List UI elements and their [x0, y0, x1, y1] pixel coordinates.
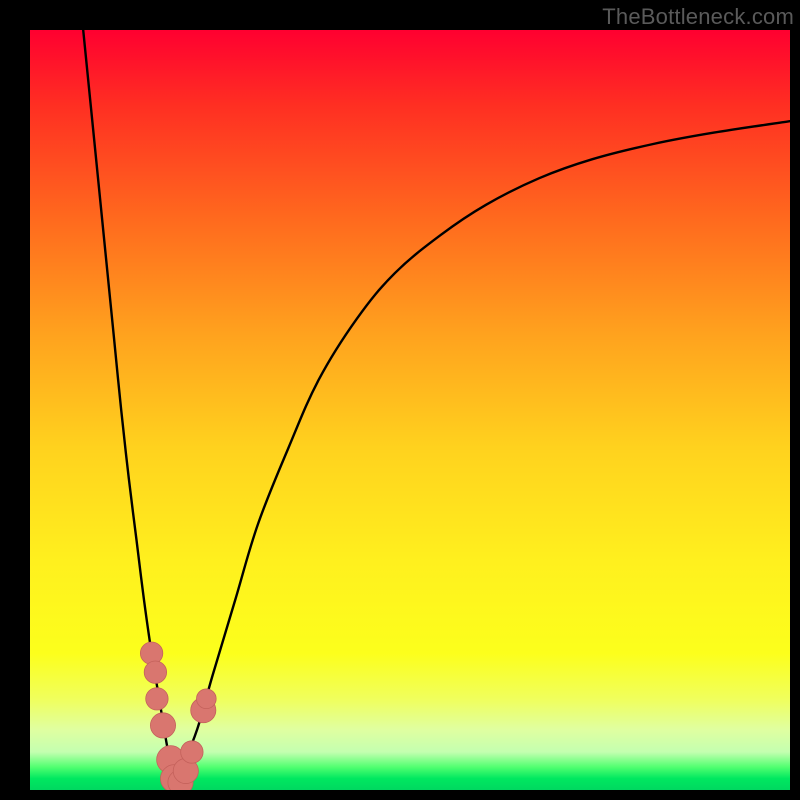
curve-right-branch: [174, 121, 790, 782]
data-marker: [181, 741, 203, 763]
data-marker: [196, 689, 216, 709]
data-marker: [150, 713, 175, 738]
data-marker: [140, 642, 162, 664]
chart-svg: [30, 30, 790, 790]
chart-frame: TheBottleneck.com: [0, 0, 800, 800]
data-marker: [144, 661, 166, 683]
watermark-text: TheBottleneck.com: [602, 4, 794, 30]
chart-plot-area: [30, 30, 790, 790]
data-marker: [146, 688, 168, 710]
